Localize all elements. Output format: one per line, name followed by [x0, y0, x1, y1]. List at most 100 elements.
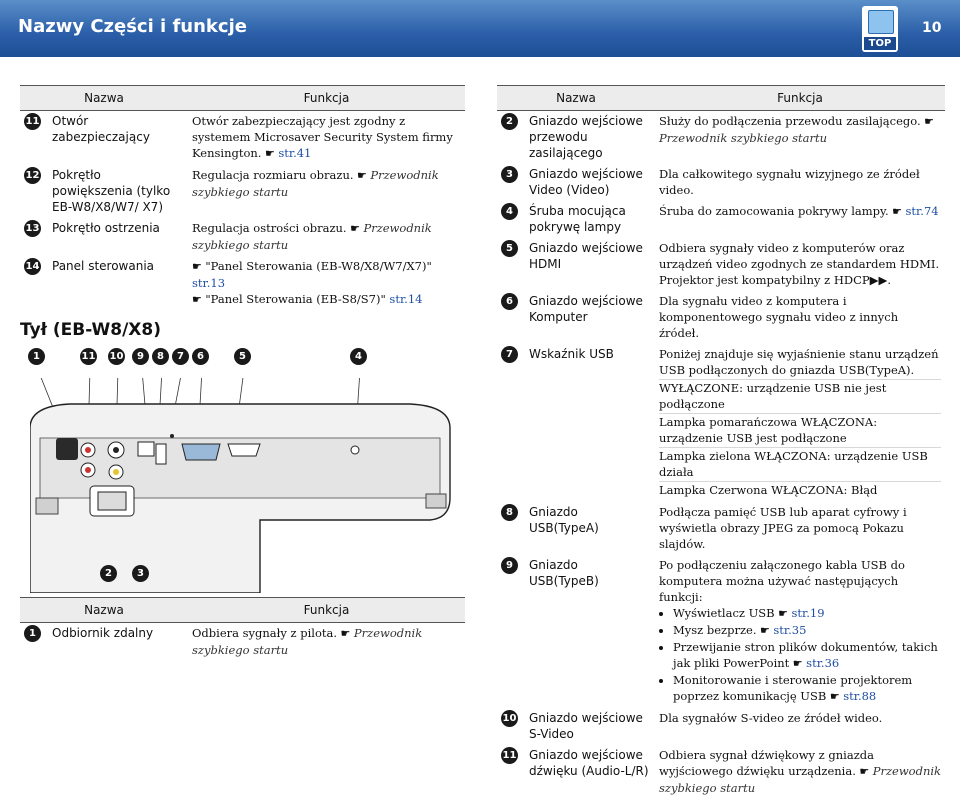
part-function-suffix: .: [887, 273, 892, 287]
callout-number: 10: [501, 710, 518, 727]
table-row: 2 Gniazdo wejściowe przewodu zasilająceg…: [497, 111, 945, 165]
page-link[interactable]: str.19: [791, 606, 824, 620]
callout-number: 7: [501, 346, 518, 363]
pointing-hand-icon: ☛: [337, 627, 354, 640]
callout-number: 9: [501, 557, 518, 574]
part-name: Gniazdo wejściowe HDMI: [529, 241, 643, 271]
page-link[interactable]: str.88: [843, 689, 876, 703]
part-function: Dla sygnałów S-video ze źródeł wideo.: [659, 711, 883, 725]
table-row: 1 Odbiornik zdalny Odbiera sygnały z pil…: [20, 623, 465, 662]
part-function: Po podłączeniu załączonego kabla USB do …: [659, 558, 905, 604]
callout-row: 1 11 10 9 8 7 6 5 4: [28, 348, 388, 370]
part-function: Dla całkowitego sygnału wizyjnego ze źró…: [659, 167, 920, 197]
pointing-hand-icon: ☛: [192, 293, 206, 306]
table-row: 11 Gniazdo wejściowe dźwięku (Audio-L/R)…: [497, 745, 945, 799]
part-name: Odbiornik zdalny: [52, 626, 154, 640]
callout-6: 6: [192, 348, 209, 365]
top-label: TOP: [864, 37, 896, 50]
col-name-header: Nazwa: [20, 597, 188, 623]
glossary-arrow-icon[interactable]: ▶▶: [870, 273, 888, 287]
part-function: Odbiera sygnały z pilota.: [192, 626, 338, 640]
part-name: Gniazdo wejściowe Video (Video): [529, 167, 643, 197]
callout-5: 5: [234, 348, 251, 365]
part-name: Gniazdo USB(TypeA): [529, 505, 599, 535]
list-item: Monitorowanie i sterowanie projektorem p…: [673, 672, 941, 705]
pointing-hand-icon: ☛: [346, 222, 364, 235]
list-item: Wyświetlacz USB ☛ str.19: [673, 605, 941, 622]
part-function: Śruba do zamocowania pokrywy lampy.: [659, 204, 889, 218]
callout-number: 14: [24, 258, 41, 275]
pointing-hand-icon: ☛: [826, 690, 844, 703]
callout-11: 11: [80, 348, 97, 365]
page-link[interactable]: str.13: [192, 276, 225, 290]
callout-number: 8: [501, 504, 518, 521]
table-row: 14 Panel sterowania ☛ "Panel Sterowania …: [20, 256, 465, 311]
list-item: Przewijanie stron plików dokumentów, tak…: [673, 639, 941, 672]
callout-2: 2: [100, 565, 117, 582]
callout-4: 4: [350, 348, 367, 365]
callout-number: 12: [24, 167, 41, 184]
callout-9: 9: [132, 348, 149, 365]
callout-number: 6: [501, 293, 518, 310]
col-func-header: Funkcja: [188, 85, 465, 111]
usb-function-list: Wyświetlacz USB ☛ str.19 Mysz bezprze. ☛…: [659, 605, 941, 705]
part-function: Podłącza pamięć USB lub aparat cyfrowy i…: [659, 505, 907, 551]
callout-10: 10: [108, 348, 125, 365]
col-name-header: Nazwa: [497, 85, 655, 111]
usb-status-line: Poniżej znajduje się wyjaśnienie stanu u…: [659, 346, 941, 380]
callout-number: 1: [24, 625, 41, 642]
top-link-icon[interactable]: TOP: [862, 6, 898, 52]
part-function: Regulacja ostrości obrazu.: [192, 221, 347, 235]
part-function: "Panel Sterowania (EB-S8/S7)": [205, 292, 386, 306]
part-name: Gniazdo USB(TypeB): [529, 558, 599, 588]
page-link[interactable]: str.35: [773, 623, 806, 637]
table-row: 12 Pokrętło powiększenia (tylko EB-W8/X8…: [20, 165, 465, 218]
left-table: Nazwa Funkcja 11 Otwór zabezpieczający O…: [20, 85, 465, 311]
col-func-header: Funkcja: [655, 85, 945, 111]
part-name: Śruba mocująca pokrywę lampy: [529, 204, 626, 234]
table-row: 3 Gniazdo wejściowe Video (Video) Dla ca…: [497, 164, 945, 201]
part-name: Gniazdo wejściowe dźwięku (Audio-L/R): [529, 748, 649, 778]
pointing-hand-icon: ☛: [353, 169, 371, 182]
table-row: 9 Gniazdo USB(TypeB) Po podłączeniu załą…: [497, 555, 945, 708]
projector-rear-illustration: [30, 378, 451, 593]
pointing-hand-icon: ☛: [756, 624, 774, 637]
page-link[interactable]: str.36: [806, 656, 839, 670]
guide-reference[interactable]: Przewodnik szybkiego startu: [659, 131, 827, 145]
callout-7: 7: [172, 348, 189, 365]
section-title: Tył (EB-W8/X8): [20, 320, 162, 340]
pointing-hand-icon: ☛: [920, 115, 935, 128]
part-function: Regulacja rozmiaru obrazu.: [192, 168, 354, 182]
callout-number: 3: [501, 166, 518, 183]
usb-status-line: WYŁĄCZONE: urządzenie USB nie jest podłą…: [659, 380, 941, 414]
part-name: Gniazdo wejściowe przewodu zasilającego: [529, 114, 643, 160]
usb-status-line: Lampka Czerwona WŁĄCZONA: Błąd: [659, 483, 878, 497]
usb-status-line: Lampka pomarańczowa WŁĄCZONA: urządzenie…: [659, 414, 941, 448]
callout-3: 3: [132, 565, 149, 582]
callout-number: 4: [501, 203, 518, 220]
part-name: Gniazdo wejściowe S-Video: [529, 711, 643, 741]
col-func-header: Funkcja: [188, 597, 465, 623]
page-link[interactable]: str.41: [278, 146, 311, 160]
page-link[interactable]: str.14: [389, 292, 422, 306]
bottom-table: Nazwa Funkcja 1 Odbiornik zdalny Odbiera…: [20, 597, 465, 661]
callout-1: 1: [28, 348, 45, 365]
pointing-hand-icon: ☛: [774, 607, 792, 620]
callout-number: 13: [24, 220, 41, 237]
part-name: Pokrętło powiększenia (tylko EB-W8/X8/W7…: [52, 168, 171, 214]
table-row: 11 Otwór zabezpieczający Otwór zabezpiec…: [20, 111, 465, 166]
page-header: Nazwy Części i funkcje TOP 10: [0, 0, 960, 57]
part-name: Wskaźnik USB: [529, 347, 614, 361]
pointing-hand-icon: ☛: [261, 147, 279, 160]
list-item: Mysz bezprze. ☛ str.35: [673, 622, 941, 639]
page-title: Nazwy Części i funkcje: [18, 16, 247, 37]
table-row: 13 Pokrętło ostrzenia Regulacja ostrości…: [20, 218, 465, 256]
table-row: 6 Gniazdo wejściowe Komputer Dla sygnału…: [497, 291, 945, 344]
callout-number: 11: [501, 747, 518, 764]
col-name-header: Nazwa: [20, 85, 188, 111]
callout-number: 2: [501, 113, 518, 130]
part-function: Odbiera sygnał dźwiękowy z gniazda wyjśc…: [659, 748, 874, 778]
part-name: Panel sterowania: [52, 259, 154, 273]
table-row: 5 Gniazdo wejściowe HDMI Odbiera sygnały…: [497, 238, 945, 291]
page-link[interactable]: str.74: [906, 204, 939, 218]
